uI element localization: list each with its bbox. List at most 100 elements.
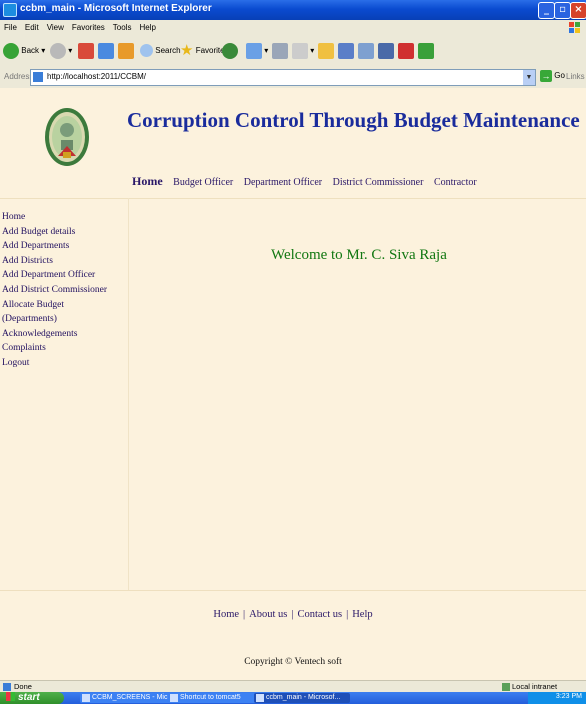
tool-icon-4 <box>398 42 414 59</box>
tool-button-2[interactable] <box>358 41 374 61</box>
footer-contact-link[interactable]: Contact us <box>297 609 342 620</box>
intranet-zone-icon <box>502 683 510 691</box>
edit-button[interactable]: ▾ <box>292 41 314 61</box>
clock[interactable]: 3:23 PM <box>556 693 582 700</box>
history-button[interactable] <box>222 41 238 61</box>
taskbar-item-ccbm-screens[interactable]: CCBM_SCREENS - Mic... <box>80 693 176 703</box>
leftmenu-home[interactable]: Home <box>2 210 107 225</box>
word-doc-icon <box>82 694 90 702</box>
leftmenu-logout[interactable]: Logout <box>2 356 107 371</box>
footer-separator: | <box>291 609 294 620</box>
start-label: start <box>18 692 40 703</box>
leftmenu-acknowledgements[interactable]: Acknowledgements <box>2 327 107 342</box>
leftmenu-add-budget-details[interactable]: Add Budget details <box>2 225 107 240</box>
minimize-button[interactable]: _ <box>538 2 555 19</box>
address-dropdown-icon[interactable]: ▼ <box>523 70 535 85</box>
leftmenu-complaints[interactable]: Complaints <box>2 341 107 356</box>
tool-icon-3 <box>378 42 394 59</box>
system-tray: 3:23 PM <box>528 692 586 704</box>
footer-home-link[interactable]: Home <box>213 609 239 620</box>
mail-button[interactable]: ▾ <box>246 41 268 61</box>
topnav-contractor[interactable]: Contractor <box>434 177 477 188</box>
ie-window-icon <box>256 694 264 702</box>
search-button[interactable]: Search <box>140 41 181 61</box>
leftmenu-allocate-budget[interactable]: Allocate Budget <box>2 298 107 313</box>
topnav-district-commissioner[interactable]: District Commissioner <box>333 177 424 188</box>
state-emblem-logo <box>45 108 89 166</box>
folder-button[interactable] <box>318 41 334 61</box>
messenger-button[interactable] <box>418 41 434 61</box>
stop-button[interactable] <box>78 41 94 61</box>
menu-tools[interactable]: Tools <box>109 20 136 32</box>
tool-button-3[interactable] <box>378 41 394 61</box>
top-navigation: Home Budget Officer Department Officer D… <box>132 174 485 189</box>
forward-arrow-icon <box>50 42 66 59</box>
start-button[interactable]: start <box>0 692 64 704</box>
mail-icon <box>246 42 262 59</box>
taskbar-item-ccbm-main[interactable]: ccbm_main - Microsof... <box>254 693 350 703</box>
go-button[interactable]: → Go <box>540 70 565 82</box>
task-label: CCBM_SCREENS - Mic... <box>92 694 174 701</box>
footer-separator: | <box>346 609 349 620</box>
web-page: Corruption Control Through Budget Mainte… <box>0 88 586 680</box>
windows-logo-icon <box>569 22 580 33</box>
leftmenu-add-departments[interactable]: Add Departments <box>2 239 107 254</box>
topnav-home[interactable]: Home <box>132 174 163 188</box>
page-done-icon <box>3 683 11 691</box>
task-label: ccbm_main - Microsof... <box>266 694 341 701</box>
close-button[interactable]: × <box>570 2 586 19</box>
footer-help-link[interactable]: Help <box>352 609 372 620</box>
maximize-button[interactable]: ▫ <box>554 2 571 19</box>
folder-icon <box>318 42 334 59</box>
print-icon <box>272 42 288 59</box>
leftmenu-add-department-officer[interactable]: Add Department Officer <box>2 268 107 283</box>
site-title: Corruption Control Through Budget Mainte… <box>127 108 580 132</box>
forward-button[interactable]: ▾ <box>50 41 72 61</box>
shortcut-icon <box>170 694 178 702</box>
messenger-icon <box>418 42 434 59</box>
tool-button-1[interactable] <box>338 41 354 61</box>
footer-about-link[interactable]: About us <box>249 609 287 620</box>
welcome-message: Welcome to Mr. C. Siva Raja <box>271 247 447 263</box>
leftmenu-allocate-budget-departments[interactable]: (Departments) <box>2 312 107 327</box>
menu-bar: File Edit View Favorites Tools Help <box>0 20 586 37</box>
tool-button-4[interactable] <box>398 41 414 61</box>
task-label: Shortcut to tomcat5 <box>180 694 241 701</box>
menu-help[interactable]: Help <box>135 20 159 32</box>
go-label: Go <box>554 71 565 81</box>
security-zone: Local intranet <box>512 682 558 691</box>
footer-navigation: Home | About us | Contact us | Help <box>0 609 586 620</box>
window-title: ccbm_main - Microsoft Internet Explorer <box>20 3 212 14</box>
menu-file[interactable]: File <box>0 20 21 32</box>
refresh-icon <box>98 42 114 59</box>
home-button[interactable] <box>118 41 134 61</box>
back-button[interactable]: Back ▾ <box>3 41 45 61</box>
menu-edit[interactable]: Edit <box>21 20 43 32</box>
links-label[interactable]: Links <box>566 72 585 81</box>
address-url: http://localhost:2011/CCBM/ <box>47 72 147 81</box>
page-icon <box>33 72 43 82</box>
menu-favorites[interactable]: Favorites <box>68 20 109 32</box>
topnav-department-officer[interactable]: Department Officer <box>244 177 322 188</box>
edit-icon <box>292 42 308 59</box>
go-arrow-icon: → <box>540 70 552 82</box>
ie-app-icon <box>3 3 17 17</box>
tool-icon-2 <box>358 42 374 59</box>
taskbar: start CCBM_SCREENS - Mic... Shortcut to … <box>0 692 586 704</box>
leftmenu-add-districts[interactable]: Add Districts <box>2 254 107 269</box>
address-label: Address <box>4 72 34 81</box>
print-button[interactable] <box>272 41 288 61</box>
topnav-budget-officer[interactable]: Budget Officer <box>173 177 233 188</box>
leftmenu-add-district-commissioner[interactable]: Add District Commissioner <box>2 283 107 298</box>
window-titlebar: ccbm_main - Microsoft Internet Explorer … <box>0 0 586 20</box>
menu-view[interactable]: View <box>43 20 68 32</box>
browser-toolbar: Back ▾ ▾ Search ★ Favorites ▾ ▾ <box>0 36 586 67</box>
search-label: Search <box>155 46 181 55</box>
address-bar: Address http://localhost:2011/CCBM/ ▼ → … <box>0 66 586 89</box>
refresh-button[interactable] <box>98 41 114 61</box>
taskbar-item-tomcat[interactable]: Shortcut to tomcat5 <box>168 693 262 703</box>
address-input[interactable]: http://localhost:2011/CCBM/ ▼ <box>30 69 536 86</box>
tool-icon-1 <box>338 42 354 59</box>
home-icon <box>118 42 134 59</box>
site-footer: Home | About us | Contact us | Help Copyright … <box>0 590 586 680</box>
